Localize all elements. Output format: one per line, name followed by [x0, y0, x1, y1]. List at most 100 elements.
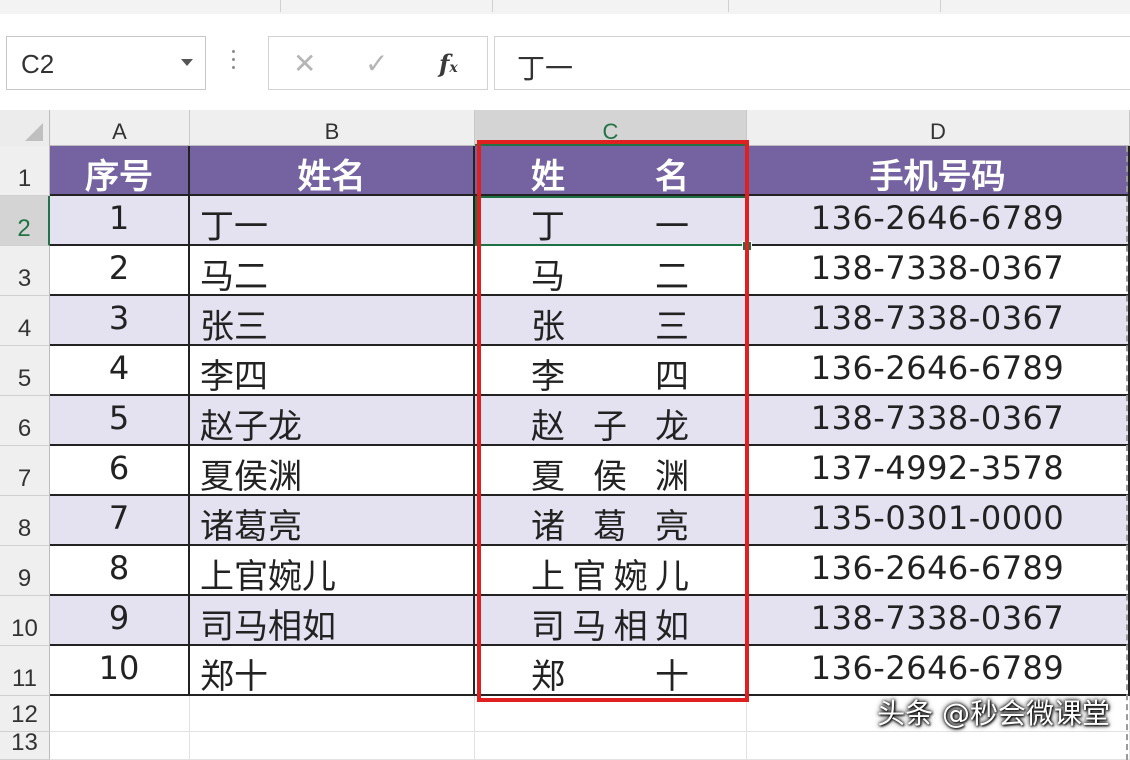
cell-seq[interactable]: 7	[50, 496, 190, 546]
cell-phone[interactable]: 138-7338-0367	[747, 596, 1130, 646]
cell-name-text: 马二	[200, 257, 268, 296]
cell-name-text: 司马相如	[200, 607, 336, 646]
empty-cell[interactable]	[190, 732, 475, 760]
cell-name-distributed[interactable]: 郑十	[475, 646, 747, 696]
cell-name-distributed[interactable]: 夏侯渊	[475, 446, 747, 496]
distributed-char: 三	[655, 307, 689, 346]
column-header-b[interactable]: B	[190, 110, 475, 146]
header-name[interactable]: 姓名	[190, 146, 475, 196]
cell-name-distributed[interactable]: 赵子龙	[475, 396, 747, 446]
distributed-char: 赵	[531, 407, 565, 446]
cell-seq[interactable]: 4	[50, 346, 190, 396]
column-header-c[interactable]: C	[475, 110, 747, 146]
cell-name-distributed-text: 夏侯渊	[531, 449, 689, 496]
distributed-char: 夏	[531, 457, 565, 496]
formula-input[interactable]: 丁一	[494, 36, 1130, 90]
cell-name[interactable]: 诸葛亮	[190, 496, 475, 546]
cell-phone-text: 137-4992-3578	[810, 449, 1065, 487]
cell-name-distributed[interactable]: 马二	[475, 246, 747, 296]
row-header-8[interactable]: 8	[0, 496, 50, 546]
header-name-distributed[interactable]: 姓名	[475, 146, 747, 196]
row-header-6[interactable]: 6	[0, 396, 50, 446]
cell-seq-text: 10	[98, 649, 140, 687]
header-seq[interactable]: 序号	[50, 146, 190, 196]
cell-seq[interactable]: 6	[50, 446, 190, 496]
empty-cell[interactable]	[475, 732, 747, 760]
column-header-d[interactable]: D	[747, 110, 1130, 146]
cell-phone-text: 136-2646-6789	[810, 349, 1065, 387]
cell-phone[interactable]: 138-7338-0367	[747, 396, 1130, 446]
cancel-x-icon[interactable]: ✕	[293, 47, 316, 80]
more-options-icon[interactable]	[232, 50, 236, 74]
cell-name[interactable]: 赵子龙	[190, 396, 475, 446]
cell-name-distributed[interactable]: 丁一	[475, 196, 747, 246]
cell-seq[interactable]: 1	[50, 196, 190, 246]
cell-name[interactable]: 张三	[190, 296, 475, 346]
row-header-5[interactable]: 5	[0, 346, 50, 396]
cell-phone[interactable]: 135-0301-0000	[747, 496, 1130, 546]
insert-function-icon[interactable]: fx	[439, 49, 458, 78]
cell-name[interactable]: 上官婉儿	[190, 546, 475, 596]
row-header-1[interactable]: 1	[0, 146, 50, 196]
cell-phone[interactable]: 138-7338-0367	[747, 296, 1130, 346]
cell-name-distributed[interactable]: 李四	[475, 346, 747, 396]
row-header-7[interactable]: 7	[0, 446, 50, 496]
cell-seq[interactable]: 5	[50, 396, 190, 446]
header-phone[interactable]: 手机号码	[747, 146, 1130, 196]
cell-name[interactable]: 马二	[190, 246, 475, 296]
cell-name-distributed[interactable]: 司马相如	[475, 596, 747, 646]
cell-name[interactable]: 李四	[190, 346, 475, 396]
formula-value: 丁一	[517, 52, 574, 85]
distributed-char: 儿	[654, 557, 689, 596]
cell-name[interactable]: 夏侯渊	[190, 446, 475, 496]
cell-seq-text: 5	[108, 399, 130, 437]
empty-cell[interactable]	[190, 696, 475, 732]
row-header-10[interactable]: 10	[0, 596, 50, 646]
cell-name[interactable]: 郑十	[190, 646, 475, 696]
cell-name-text: 李四	[200, 357, 268, 396]
header-name-text: 姓名	[297, 157, 366, 196]
cell-seq[interactable]: 9	[50, 596, 190, 646]
cell-phone[interactable]: 136-2646-6789	[747, 646, 1130, 696]
distributed-char: 十	[655, 657, 689, 696]
cell-seq[interactable]: 10	[50, 646, 190, 696]
cell-phone[interactable]: 136-2646-6789	[747, 346, 1130, 396]
cell-seq-text: 3	[108, 299, 130, 337]
cell-seq[interactable]: 2	[50, 246, 190, 296]
cell-phone[interactable]: 136-2646-6789	[747, 196, 1130, 246]
cell-name-distributed[interactable]: 上官婉儿	[475, 546, 747, 596]
cell-name-distributed[interactable]: 张三	[475, 296, 747, 346]
chevron-down-icon[interactable]	[181, 59, 193, 66]
row-header-13[interactable]: 13	[0, 729, 50, 760]
fill-handle[interactable]	[742, 241, 752, 251]
checkmark-icon[interactable]: ✓	[365, 47, 388, 80]
cell-seq[interactable]: 3	[50, 296, 190, 346]
cell-seq[interactable]: 8	[50, 546, 190, 596]
cell-name[interactable]: 丁一	[190, 196, 475, 246]
cell-name-distributed-text: 李四	[531, 349, 689, 394]
empty-cell[interactable]	[50, 696, 190, 732]
empty-cell[interactable]	[747, 732, 1130, 760]
cell-phone[interactable]: 136-2646-6789	[747, 546, 1130, 596]
row-header-4[interactable]: 4	[0, 296, 50, 346]
empty-cell[interactable]	[475, 696, 747, 732]
row-header-9[interactable]: 9	[0, 546, 50, 596]
row-header-2[interactable]: 2	[0, 196, 50, 246]
name-box[interactable]: C2	[6, 36, 206, 90]
distributed-char: 张	[531, 307, 565, 346]
empty-cell[interactable]	[50, 732, 190, 760]
cell-name[interactable]: 司马相如	[190, 596, 475, 646]
cell-name-text: 郑十	[200, 657, 268, 696]
cell-name-text: 丁一	[200, 207, 268, 246]
column-header-a[interactable]: A	[50, 110, 190, 146]
formula-buttons: ✕ ✓ fx	[268, 36, 488, 90]
cell-phone[interactable]: 137-4992-3578	[747, 446, 1130, 496]
cell-name-distributed[interactable]: 诸葛亮	[475, 496, 747, 546]
row-header-12[interactable]: 12	[0, 696, 50, 732]
row-header-3[interactable]: 3	[0, 246, 50, 296]
row-header-11[interactable]: 11	[0, 646, 50, 696]
cell-phone-text: 136-2646-6789	[810, 549, 1065, 587]
cell-seq-text: 9	[108, 599, 130, 637]
cell-phone[interactable]: 138-7338-0367	[747, 246, 1130, 296]
select-all-button[interactable]	[0, 110, 50, 146]
